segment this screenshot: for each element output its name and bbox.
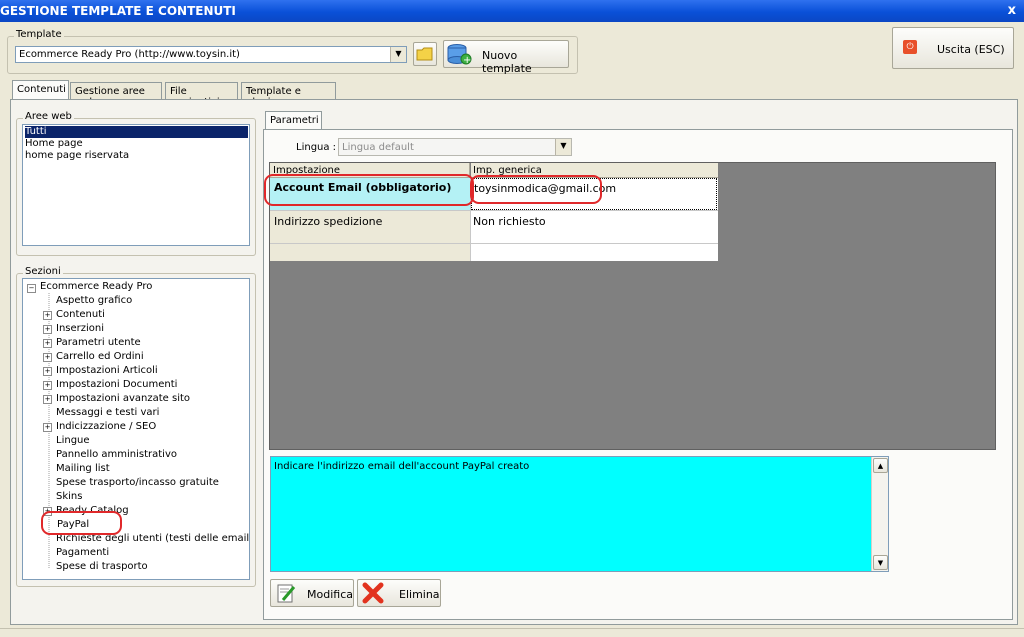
tree-collapse-icon[interactable]: − [27,284,36,293]
svg-text:+: + [463,55,471,66]
delete-icon [362,582,384,604]
lingua-select-value: Lingua default [342,142,414,153]
tab-template-e-plugins[interactable]: Template e plugins [241,82,336,108]
tree-item[interactable]: Impostazioni avanzate sito [56,392,190,406]
aree-web-label: Aree web [23,111,74,122]
exit-button[interactable]: ⏻ Uscita (ESC) [892,27,1014,69]
delete-label: Elimina [399,588,440,601]
tree-item[interactable]: Inserzioni [56,322,104,336]
grid-cell-setting: Indirizzo spedizione [270,211,471,243]
aree-web-item-tutti[interactable]: Tutti [25,126,248,138]
lingua-label: Lingua : [296,142,337,153]
tab-file-aggiuntivi[interactable]: File aggiuntivi [165,82,238,108]
edit-icon [277,584,296,603]
exit-label: Uscita (ESC) [937,43,1005,56]
tree-item[interactable]: Impostazioni Documenti [56,378,177,392]
tree-item[interactable]: Spese trasporto/incasso gratuite [56,476,219,490]
tree-item[interactable]: Indicizzazione / SEO [56,420,156,434]
window-title: GESTIONE TEMPLATE E CONTENUTI [0,4,236,18]
tree-expand-icon[interactable]: + [43,353,52,362]
tree-item[interactable]: Lingue [56,434,90,448]
chevron-down-icon[interactable]: ▼ [390,47,406,62]
description-box[interactable]: Indicare l'indirizzo email dell'account … [270,456,889,572]
table-row-empty [270,244,718,261]
sezioni-label: Sezioni [23,266,63,277]
tree-expand-icon[interactable]: + [43,367,52,376]
tree-item[interactable]: Messaggi e testi vari [56,406,159,420]
tree-expand-icon[interactable]: + [43,381,52,390]
description-scrollbar[interactable]: ▲ ▼ [871,457,888,571]
tree-item[interactable]: Contenuti [56,308,105,322]
tab-parametri[interactable]: Parametri [265,111,322,131]
tree-item[interactable]: Pagamenti [56,546,109,560]
tree-expand-icon[interactable]: + [43,395,52,404]
tree-item[interactable]: Parametri utente [56,336,141,350]
tree-expand-icon[interactable]: + [43,423,52,432]
aree-web-list[interactable]: Tutti Home page home page riservata [22,124,250,246]
tree-item[interactable]: Impostazioni Articoli [56,364,158,378]
tree-expand-icon[interactable]: + [43,311,52,320]
tab-gestione-aree-web[interactable]: Gestione aree web [70,82,162,108]
status-bar [0,628,1024,637]
tree-root[interactable]: Ecommerce Ready Pro [40,280,152,294]
tree-expand-icon[interactable]: + [43,339,52,348]
account-email-highlight [264,174,474,206]
power-icon: ⏻ [903,40,917,54]
tab-contenuti[interactable]: Contenuti [12,80,69,100]
grid-cell-value[interactable]: Non richiesto [471,211,717,243]
description-text: Indicare l'indirizzo email dell'account … [274,461,530,472]
tree-item[interactable]: Skins [56,490,82,504]
template-select[interactable]: Ecommerce Ready Pro (http://www.toysin.i… [15,46,407,63]
edit-button[interactable]: Modifica [270,579,354,607]
folder-icon [416,47,433,61]
tree-item[interactable]: Aspetto grafico [56,294,132,308]
open-folder-button[interactable] [413,42,437,66]
template-group-label: Template [14,29,64,40]
chevron-down-icon[interactable]: ▼ [555,139,571,155]
scroll-up-icon[interactable]: ▲ [873,458,888,473]
paypal-highlight [41,511,122,535]
aree-web-item-home-riservata[interactable]: home page riservata [25,150,129,162]
tree-item[interactable]: Spese di trasporto [56,560,148,574]
tree-item[interactable]: Mailing list [56,462,110,476]
tree-item[interactable]: Pannello amministrativo [56,448,177,462]
edit-label: Modifica [307,588,353,601]
new-template-button[interactable]: + Nuovo template [443,40,569,75]
close-icon[interactable]: x [1008,3,1016,18]
database-add-icon: + [447,44,472,66]
template-select-value: Ecommerce Ready Pro (http://www.toysin.i… [19,49,240,60]
scroll-down-icon[interactable]: ▼ [873,555,888,570]
aree-web-item-home[interactable]: Home page [25,138,83,150]
grid-cell-empty [270,244,471,261]
tree-expand-icon[interactable]: + [43,325,52,334]
title-bar: GESTIONE TEMPLATE E CONTENUTI x [0,0,1024,22]
email-value-highlight [470,175,602,204]
tree-item[interactable]: Carrello ed Ordini [56,350,144,364]
new-template-label: Nuovo template [482,49,532,75]
delete-button[interactable]: Elimina [357,579,441,607]
lingua-select[interactable]: Lingua default ▼ [338,138,572,156]
table-row[interactable]: Indirizzo spedizione Non richiesto [270,211,718,244]
